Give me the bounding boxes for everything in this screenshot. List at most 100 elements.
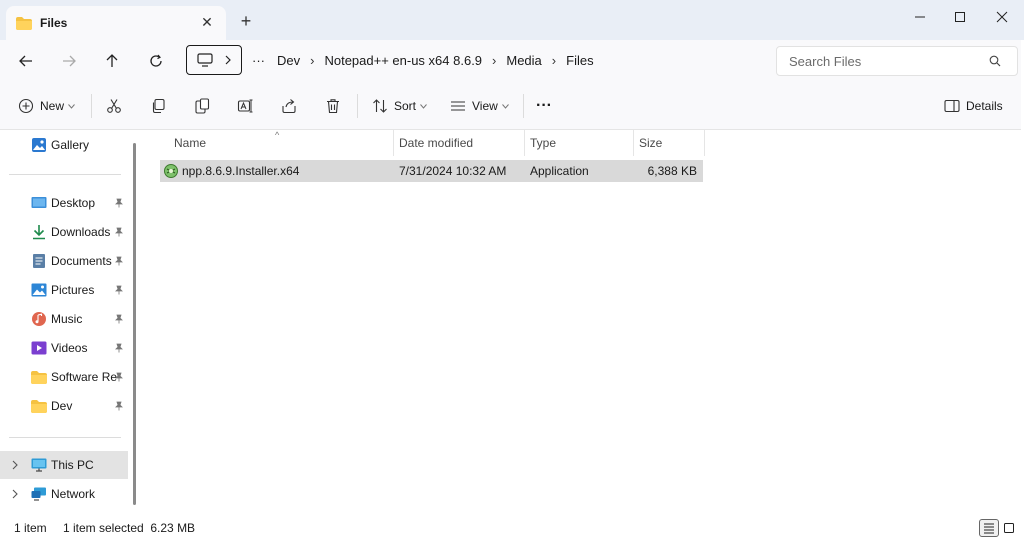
scissors-icon (107, 99, 121, 113)
sidebar-item-label: Desktop (51, 196, 96, 210)
sort-icon (373, 99, 387, 113)
sidebar-item-downloads[interactable]: Downloads (0, 218, 128, 246)
tab-close-icon[interactable]: ✕ (198, 13, 216, 31)
toolbar-divider (91, 94, 92, 118)
search-input[interactable] (789, 53, 979, 69)
sort-label: Sort (394, 99, 417, 113)
sidebar-item-pictures[interactable]: Pictures (0, 276, 128, 304)
address-bar-row: ··· Dev › Notepad++ en-us x64 8.6.9 › Me… (0, 40, 1024, 82)
close-window-button[interactable] (984, 6, 1020, 28)
search-icon (989, 55, 1001, 67)
sidebar-item-desktop[interactable]: Desktop (0, 189, 128, 217)
sidebar-item-documents[interactable]: Documents (0, 247, 128, 275)
breadcrumb-overflow-button[interactable]: ··· (252, 53, 265, 68)
column-header-type[interactable]: Type (524, 130, 633, 156)
column-header-date[interactable]: Date modified (393, 130, 524, 156)
status-item-count: 1 item (14, 521, 47, 535)
file-list: ^ Name Date modified Type Size npp.8.6.9… (144, 130, 1024, 516)
sidebar-item-videos[interactable]: Videos (0, 334, 128, 362)
details-pane-button[interactable]: Details (944, 94, 1003, 118)
chevron-down-icon (501, 103, 509, 109)
column-divider[interactable] (704, 130, 705, 156)
share-button[interactable] (281, 94, 297, 118)
new-tab-button[interactable]: + (236, 12, 256, 32)
new-button[interactable]: New (18, 94, 75, 118)
file-type: Application (530, 164, 589, 178)
paste-button[interactable] (194, 94, 210, 118)
status-bar: 1 item 1 item selected 6.23 MB (0, 516, 1024, 540)
column-header-label: Type (530, 136, 557, 150)
column-header-name[interactable]: Name (168, 130, 394, 156)
sidebar-item-label: Network (51, 487, 96, 501)
file-size: 6,388 KB (647, 164, 697, 178)
sidebar-item-dev[interactable]: Dev (0, 392, 128, 420)
sidebar-item-label: Videos (51, 341, 88, 355)
sidebar-item-gallery[interactable]: Gallery (0, 131, 128, 159)
breadcrumb-item[interactable]: Dev (277, 53, 300, 68)
trash-icon (327, 99, 339, 114)
status-selection: 1 item selected 6.23 MB (63, 521, 196, 535)
refresh-button[interactable] (142, 49, 170, 73)
file-name[interactable]: npp.8.6.9.Installer.x64 (182, 160, 299, 182)
search-box[interactable] (776, 46, 1018, 76)
this-pc-icon (31, 457, 47, 473)
refresh-icon (150, 54, 162, 67)
table-row[interactable]: npp.8.6.9.Installer.x64 7/31/2024 10:32 … (160, 160, 703, 182)
this-pc-crumb-button[interactable] (186, 45, 242, 75)
address-bar[interactable]: ··· Dev › Notepad++ en-us x64 8.6.9 › Me… (186, 44, 766, 76)
sidebar-item-this-pc[interactable]: This PC (0, 451, 128, 479)
arrow-right-icon (63, 55, 76, 67)
tiles-view-icon (1004, 523, 1014, 533)
up-button[interactable] (98, 49, 126, 73)
back-button[interactable] (12, 49, 40, 73)
arrow-left-icon (19, 55, 32, 67)
breadcrumb-separator[interactable]: › (492, 53, 496, 68)
tiles-view-button[interactable] (999, 519, 1019, 537)
sidebar-item-network[interactable]: Network (0, 480, 128, 508)
forward-button[interactable] (55, 49, 83, 73)
sidebar-item-software-rep[interactable]: Software Rep (0, 363, 128, 391)
sidebar-item-label: Software Rep (51, 370, 117, 384)
maximize-button[interactable] (942, 6, 978, 28)
view-button[interactable]: View (450, 94, 509, 118)
sidebar-item-label: Music (51, 312, 83, 326)
column-header-size[interactable]: Size (633, 130, 704, 156)
sidebar-item-label: Gallery (51, 138, 90, 152)
folder-icon (16, 16, 32, 30)
view-list-icon (451, 101, 465, 111)
details-view-button[interactable] (979, 519, 999, 537)
sidebar-scrollbar[interactable] (133, 143, 136, 505)
minimize-icon (915, 16, 925, 18)
breadcrumb-item[interactable]: Files (566, 53, 593, 68)
monitor-icon (196, 53, 213, 67)
minimize-button[interactable] (902, 6, 938, 28)
installer-icon (163, 160, 179, 182)
cut-button[interactable] (106, 94, 122, 118)
pin-icon (114, 284, 124, 298)
sidebar-item-music[interactable]: Music (0, 305, 128, 333)
breadcrumb-item[interactable]: Notepad++ en-us x64 8.6.9 (324, 53, 482, 68)
chevron-down-icon (420, 103, 427, 109)
delete-button[interactable] (325, 94, 341, 118)
breadcrumb-separator[interactable]: › (552, 53, 556, 68)
copy-button[interactable] (150, 94, 166, 118)
pin-icon (114, 255, 124, 269)
chevron-right-icon[interactable] (12, 489, 18, 499)
column-header-label: Name (174, 136, 207, 150)
rename-button[interactable] (237, 94, 253, 118)
more-options-button[interactable]: ··· (536, 94, 552, 118)
pin-icon (114, 400, 124, 414)
pin-icon (114, 197, 124, 211)
new-label: New (40, 99, 65, 113)
breadcrumb-item[interactable]: Media (506, 53, 541, 68)
breadcrumb-separator[interactable]: › (310, 53, 314, 68)
desktop-icon (31, 195, 47, 211)
share-icon (282, 99, 296, 114)
clipboard-icon (195, 98, 210, 114)
folder-icon (31, 369, 47, 385)
tab-files[interactable]: Files ✕ (6, 6, 226, 40)
pin-icon (114, 342, 124, 356)
chevron-right-icon[interactable] (12, 460, 18, 470)
sort-button[interactable]: Sort (372, 94, 427, 118)
network-icon (31, 486, 47, 502)
